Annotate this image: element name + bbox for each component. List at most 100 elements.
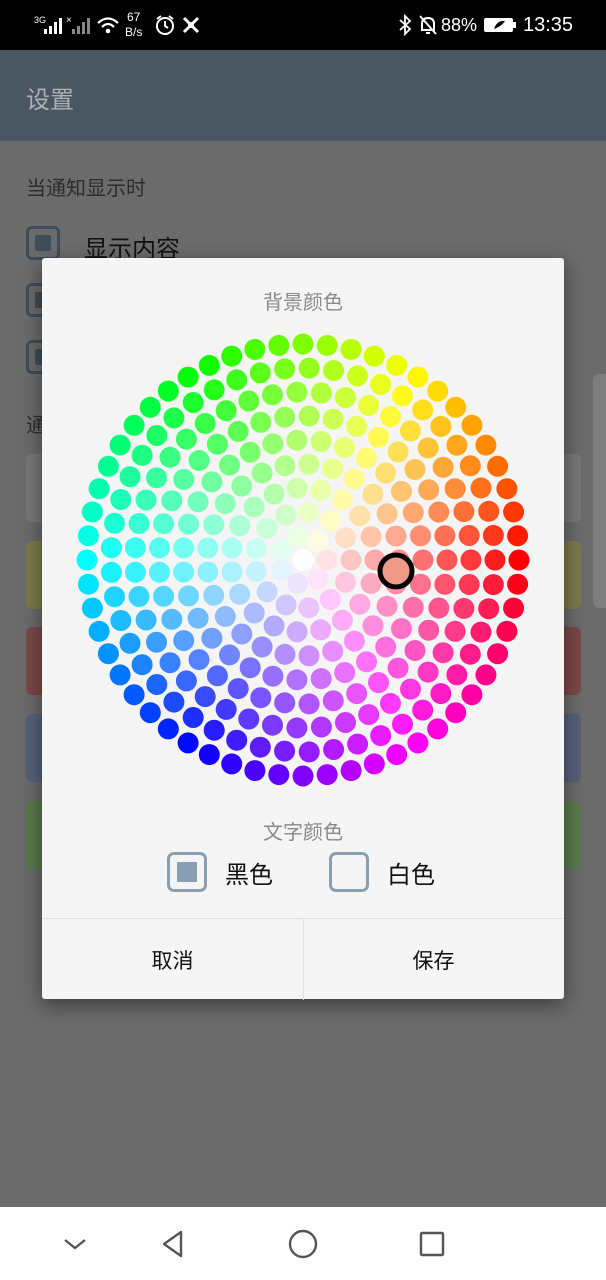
- color-dot[interactable]: [161, 490, 183, 512]
- color-dot[interactable]: [347, 365, 369, 387]
- color-dot[interactable]: [478, 598, 500, 620]
- color-dot[interactable]: [362, 483, 384, 505]
- color-dot[interactable]: [418, 619, 440, 641]
- color-dot[interactable]: [177, 366, 199, 388]
- color-dot[interactable]: [307, 568, 329, 590]
- color-dot[interactable]: [197, 561, 219, 583]
- color-dot[interactable]: [310, 716, 332, 738]
- color-dot[interactable]: [503, 597, 525, 619]
- color-dot[interactable]: [428, 597, 450, 619]
- color-dot[interactable]: [203, 379, 225, 401]
- color-dot[interactable]: [298, 645, 320, 667]
- color-dot[interactable]: [270, 539, 292, 561]
- color-dot[interactable]: [159, 652, 181, 674]
- color-dot[interactable]: [146, 631, 167, 653]
- color-dot[interactable]: [362, 615, 384, 637]
- color-dot[interactable]: [459, 643, 481, 665]
- color-dot[interactable]: [221, 345, 243, 367]
- color-dot[interactable]: [221, 561, 243, 583]
- color-dot[interactable]: [358, 394, 380, 416]
- color-dot[interactable]: [249, 736, 271, 758]
- color-dot[interactable]: [458, 574, 480, 595]
- black-checkbox[interactable]: [167, 852, 207, 892]
- selected-color-indicator[interactable]: [377, 552, 415, 590]
- color-dot[interactable]: [161, 608, 183, 630]
- color-dot[interactable]: [331, 489, 353, 511]
- color-dot[interactable]: [238, 390, 260, 412]
- color-dot[interactable]: [100, 537, 122, 559]
- color-dot[interactable]: [215, 698, 237, 720]
- color-dot[interactable]: [268, 334, 290, 356]
- color-dot[interactable]: [370, 373, 392, 395]
- color-dot[interactable]: [88, 620, 110, 642]
- color-dot[interactable]: [412, 399, 434, 421]
- scrollbar[interactable]: [593, 374, 606, 608]
- color-dot[interactable]: [310, 430, 332, 452]
- color-dot[interactable]: [298, 357, 320, 379]
- color-dot[interactable]: [375, 636, 397, 658]
- color-dot[interactable]: [319, 510, 341, 531]
- color-dot[interactable]: [274, 358, 296, 380]
- color-dot[interactable]: [427, 380, 449, 402]
- color-dot[interactable]: [244, 760, 266, 782]
- color-dot[interactable]: [508, 549, 530, 571]
- color-dot[interactable]: [187, 491, 209, 513]
- color-dot[interactable]: [386, 744, 408, 766]
- color-dot[interactable]: [319, 589, 341, 610]
- color-dot[interactable]: [287, 572, 309, 594]
- color-dot[interactable]: [110, 610, 132, 631]
- color-dot[interactable]: [376, 595, 398, 617]
- color-dot[interactable]: [434, 525, 456, 547]
- color-dot[interactable]: [215, 400, 237, 422]
- color-dot[interactable]: [322, 458, 344, 480]
- color-dot[interactable]: [178, 585, 199, 607]
- color-dot[interactable]: [81, 597, 103, 619]
- color-dot[interactable]: [340, 549, 362, 571]
- color-dot[interactable]: [363, 753, 385, 775]
- color-dot[interactable]: [77, 573, 99, 595]
- color-dot[interactable]: [387, 657, 409, 679]
- color-dot[interactable]: [119, 632, 141, 654]
- color-dot[interactable]: [292, 333, 314, 355]
- color-dot[interactable]: [262, 714, 283, 736]
- color-dot[interactable]: [434, 573, 456, 595]
- color-dot[interactable]: [340, 338, 362, 360]
- color-wheel[interactable]: [42, 258, 564, 818]
- color-dot[interactable]: [356, 447, 377, 469]
- color-dot[interactable]: [507, 573, 529, 595]
- color-dot[interactable]: [206, 433, 228, 455]
- white-checkbox[interactable]: [329, 852, 369, 892]
- color-dot[interactable]: [159, 446, 181, 468]
- color-dot[interactable]: [243, 602, 265, 624]
- color-dot[interactable]: [110, 489, 132, 510]
- color-dot[interactable]: [287, 526, 309, 548]
- color-dot[interactable]: [316, 334, 338, 356]
- color-dot[interactable]: [322, 640, 344, 662]
- color-dot[interactable]: [175, 670, 197, 692]
- color-dot[interactable]: [182, 392, 204, 413]
- color-dot[interactable]: [386, 354, 408, 376]
- color-dot[interactable]: [124, 561, 146, 583]
- color-dot[interactable]: [250, 687, 272, 709]
- color-dot[interactable]: [478, 500, 500, 522]
- color-dot[interactable]: [298, 597, 320, 619]
- chevron-down-icon[interactable]: [45, 1207, 105, 1280]
- color-dot[interactable]: [286, 429, 308, 451]
- color-dot[interactable]: [81, 501, 103, 523]
- color-dot[interactable]: [275, 504, 297, 526]
- color-dot[interactable]: [214, 493, 236, 515]
- color-dot[interactable]: [363, 345, 385, 367]
- color-dot[interactable]: [404, 459, 426, 480]
- color-dot[interactable]: [358, 704, 380, 726]
- color-dot[interactable]: [461, 414, 483, 436]
- color-dot[interactable]: [487, 643, 509, 665]
- color-dot[interactable]: [482, 574, 504, 596]
- color-dot[interactable]: [444, 620, 466, 642]
- color-dot[interactable]: [77, 525, 99, 547]
- color-dot[interactable]: [250, 411, 272, 433]
- color-dot[interactable]: [346, 683, 368, 705]
- color-dot[interactable]: [263, 615, 285, 637]
- color-dot[interactable]: [387, 441, 409, 463]
- color-dot[interactable]: [335, 387, 356, 408]
- color-dot[interactable]: [335, 527, 356, 549]
